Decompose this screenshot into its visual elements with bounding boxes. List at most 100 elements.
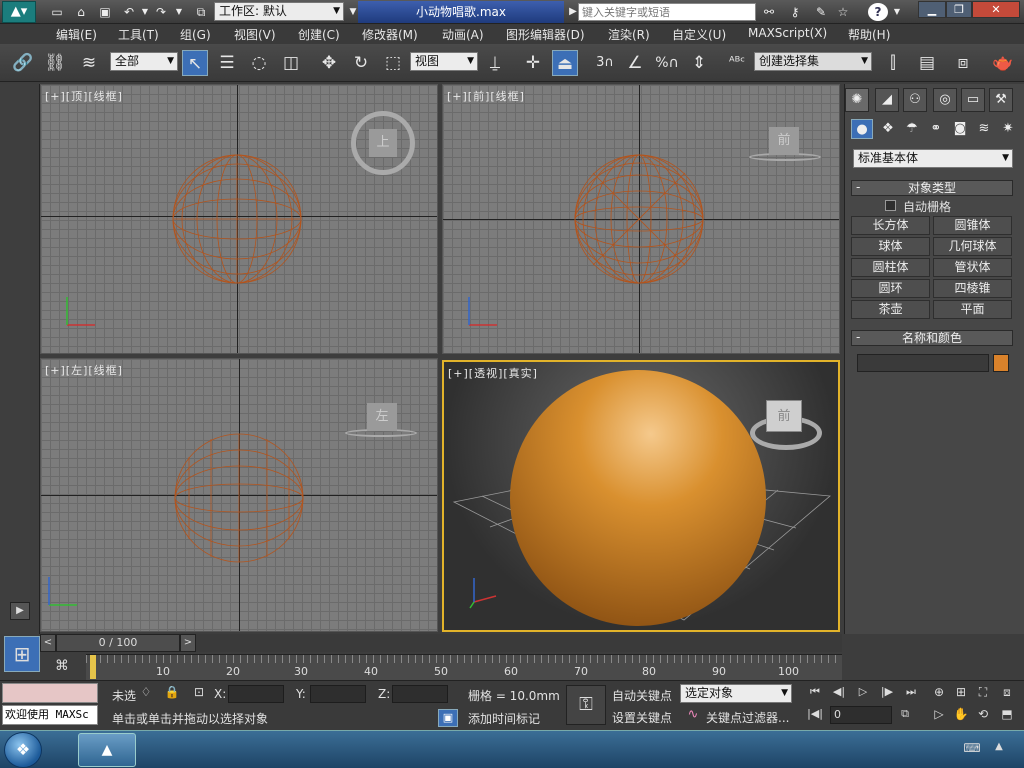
menu-modifiers[interactable]: 修改器(M) [362, 26, 418, 43]
time-slider[interactable]: < 0 / 100 > [40, 634, 842, 652]
isolate-selection-icon[interactable]: ♢ [138, 685, 154, 701]
layer-manager-icon[interactable]: ⧈ [950, 50, 976, 76]
next-frame-icon[interactable]: |▶ [878, 685, 896, 701]
snaps-toggle-icon[interactable]: 3∩ [592, 50, 618, 76]
time-slider-thumb[interactable]: 0 / 100 [56, 634, 180, 652]
next-frame-button[interactable]: > [180, 634, 196, 652]
minimize-button[interactable]: ▁ [918, 1, 946, 18]
viewport-left[interactable]: [+][左][线框] 左 [40, 358, 438, 632]
autogrid-checkbox[interactable] [885, 200, 896, 211]
auto-key-button[interactable]: 自动关键点 [612, 687, 672, 704]
binoculars-icon[interactable]: ⚯ [760, 3, 778, 21]
space-warps-icon[interactable]: ≋ [973, 119, 995, 139]
field-of-view-icon[interactable]: ▷ [930, 707, 948, 723]
time-tag-icon[interactable]: ▣ [438, 709, 458, 727]
name-and-color-rollout[interactable]: - 名称和颜色 [851, 330, 1013, 346]
named-selection-dropdown[interactable]: 创建选择集 ▼ [754, 52, 872, 71]
menu-customize[interactable]: 自定义(U) [672, 26, 726, 43]
menu-maxscript[interactable]: MAXScript(X) [748, 26, 827, 40]
workspace-dropdown[interactable]: 工作区: 默认 ▼ [214, 2, 344, 21]
save-file-icon[interactable]: ▣ [96, 3, 114, 21]
menu-rendering[interactable]: 渲染(R) [608, 26, 650, 43]
redo-icon[interactable]: ↷ [152, 3, 170, 21]
spinner-snap-icon[interactable]: ⇕ [686, 50, 712, 76]
object-type-rollout[interactable]: - 对象类型 [851, 180, 1013, 196]
previous-frame-icon[interactable]: ◀| [830, 685, 848, 701]
menu-views[interactable]: 视图(V) [234, 26, 276, 43]
geosphere-button[interactable]: 几何球体 [933, 237, 1012, 256]
viewcube-face-top[interactable]: 上 [369, 129, 397, 157]
selection-lock-icon[interactable]: 🔒 [164, 685, 180, 701]
viewport-label-front[interactable]: [+][前][线框] [447, 88, 525, 104]
select-and-scale-icon[interactable]: ⬚ [380, 50, 406, 76]
track-bar[interactable]: 10 20 30 40 50 60 70 80 90 100 [86, 654, 842, 680]
menu-tools[interactable]: 工具(T) [118, 26, 159, 43]
cone-button[interactable]: 圆锥体 [933, 216, 1012, 235]
taskbar-3dsmax-app[interactable]: ▲ [78, 733, 136, 767]
current-frame-field[interactable]: 0 [830, 706, 892, 724]
communication-center-icon[interactable]: ✎ [812, 3, 830, 21]
cameras-icon[interactable]: ⚭ [925, 119, 947, 139]
geometry-category-dropdown[interactable]: 标准基本体 ▼ [853, 149, 1013, 168]
create-tab-icon[interactable]: ✺ [845, 88, 869, 112]
key-mode-toggle-icon[interactable]: |◀| [806, 707, 824, 723]
absolute-mode-icon[interactable]: ⊡ [190, 685, 208, 701]
add-time-tag[interactable]: 添加时间标记 [468, 710, 540, 727]
zoom-extents-all-icon[interactable]: ⧈ [998, 685, 1016, 701]
utilities-tab-icon[interactable]: ⚒ [989, 88, 1013, 112]
viewport-top[interactable]: [+][顶][线框] 上 [40, 84, 438, 354]
viewcube-face-perspective[interactable]: 前 [766, 400, 802, 432]
unlink-icon[interactable]: ⛓ [42, 50, 68, 76]
key-tools-icon[interactable]: ⚷ [786, 3, 804, 21]
maxscript-listener-top[interactable] [2, 683, 98, 703]
z-coordinate-field[interactable] [392, 685, 448, 703]
viewport-perspective[interactable]: [+][透视][真实] 前 [442, 360, 840, 632]
sphere-button[interactable]: 球体 [851, 237, 930, 256]
object-name-field[interactable] [857, 354, 989, 372]
lights-icon[interactable]: ☂ [901, 119, 923, 139]
angle-snap-icon[interactable]: ∠ [622, 50, 648, 76]
mini-curve-editor-icon[interactable]: ⌘ [50, 656, 74, 676]
motion-tab-icon[interactable]: ◎ [933, 88, 957, 112]
zoom-all-icon[interactable]: ⊞ [952, 685, 970, 701]
key-curve-icon[interactable]: ∿ [684, 707, 702, 725]
open-file-icon[interactable]: ⌂ [72, 3, 90, 21]
zoom-extents-icon[interactable]: ⛶ [974, 685, 992, 701]
modify-tab-icon[interactable]: ◢ [875, 88, 899, 112]
key-mode-dropdown[interactable]: 选定对象 ▼ [680, 684, 792, 703]
tube-button[interactable]: 管状体 [933, 258, 1012, 277]
render-setup-icon[interactable]: 🫖 [990, 50, 1016, 76]
pyramid-button[interactable]: 四棱锥 [933, 279, 1012, 298]
viewport-layout-icon[interactable]: ⊞ [4, 636, 40, 672]
keyboard-icon[interactable]: ⌨ [962, 741, 982, 757]
select-and-manipulate-icon[interactable]: ✛ [520, 50, 546, 76]
selection-filter-dropdown[interactable]: 全部 ▼ [110, 52, 178, 71]
viewport-front[interactable]: [+][前][线框] 前 [442, 84, 840, 354]
zoom-icon[interactable]: ⊕ [930, 685, 948, 701]
cylinder-button[interactable]: 圆柱体 [851, 258, 930, 277]
viewcube-face-left[interactable]: 左 [367, 403, 397, 431]
viewcube-face-front[interactable]: 前 [769, 127, 799, 155]
viewport-label-top[interactable]: [+][顶][线框] [45, 88, 123, 104]
menu-animation[interactable]: 动画(A) [442, 26, 484, 43]
viewport-label-left[interactable]: [+][左][线框] [45, 362, 123, 378]
box-button[interactable]: 长方体 [851, 216, 930, 235]
orbit-icon[interactable]: ⟲ [974, 707, 992, 723]
object-color-swatch[interactable] [993, 354, 1009, 372]
shapes-icon[interactable]: ❖ [877, 119, 899, 139]
menu-edit[interactable]: 编辑(E) [56, 26, 97, 43]
percent-snap-icon[interactable]: %∩ [654, 50, 680, 76]
select-and-rotate-icon[interactable]: ↻ [348, 50, 374, 76]
key-filters-button[interactable]: 关键点过滤器... [706, 709, 789, 726]
maxscript-listener[interactable]: 欢迎使用 MAXSc [2, 705, 98, 725]
select-object-icon[interactable]: ↖ [182, 50, 208, 76]
helpers-icon[interactable]: ◙ [949, 119, 971, 139]
tray-expand-icon[interactable]: ▲ [992, 741, 1006, 757]
mirror-icon[interactable]: ⫿ [880, 50, 906, 76]
expand-play-icon[interactable]: ▶ [10, 602, 30, 620]
window-crossing-icon[interactable]: ◫ [278, 50, 304, 76]
play-icon[interactable]: ▷ [854, 685, 872, 701]
menu-create[interactable]: 创建(C) [298, 26, 340, 43]
select-and-link-icon[interactable]: 🔗 [10, 50, 36, 76]
app-logo-icon[interactable]: ▲▾ [2, 1, 36, 23]
